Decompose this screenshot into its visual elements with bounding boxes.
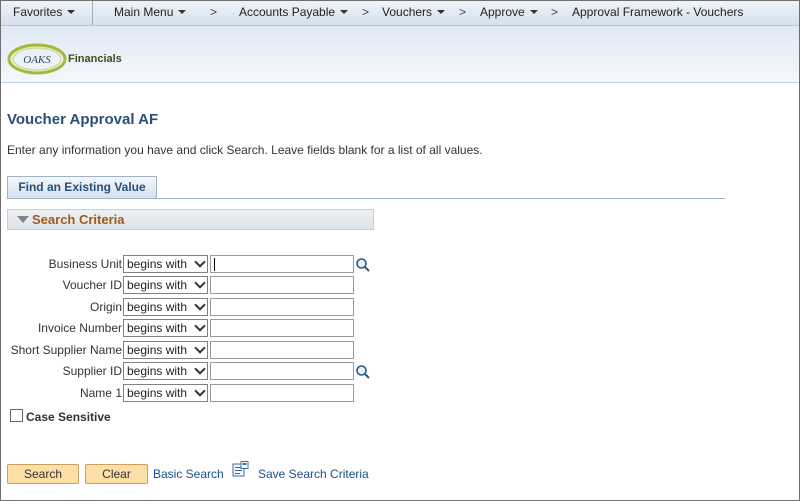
- chevron-down-icon: [194, 385, 206, 397]
- search-criteria-title: Search Criteria: [32, 212, 125, 227]
- magnifier-icon[interactable]: [355, 364, 371, 380]
- logo-text: OAKS: [23, 54, 51, 66]
- search-button[interactable]: Search: [7, 464, 79, 484]
- label-origin: Origin: [89, 300, 122, 314]
- nav-vouchers[interactable]: Vouchers: [382, 1, 446, 25]
- operator-select-origin[interactable]: begins with: [123, 298, 208, 316]
- brand-name: Financials: [68, 53, 122, 65]
- operator-select-short-supplier-name[interactable]: begins with: [123, 341, 208, 359]
- clear-button[interactable]: Clear: [85, 464, 148, 484]
- page-instructions: Enter any information you have and click…: [7, 143, 483, 157]
- nav-separator: >: [362, 5, 370, 19]
- oaks-logo: OAKS: [7, 43, 67, 75]
- nav-approve-label: Approve: [480, 5, 525, 19]
- case-sensitive-label: Case Sensitive: [26, 410, 111, 424]
- chevron-down-icon: [178, 10, 187, 14]
- chevron-down-icon: [194, 299, 206, 311]
- operator-value: begins with: [127, 343, 188, 357]
- nav-separator: >: [210, 5, 218, 19]
- operator-value: begins with: [127, 364, 188, 378]
- nav-current-page[interactable]: Approval Framework - Vouchers: [572, 1, 743, 25]
- chevron-down-icon: [194, 342, 206, 354]
- chevron-down-icon: [67, 10, 76, 14]
- supplier-id-input[interactable]: [210, 362, 354, 380]
- chevron-down-icon: [194, 320, 206, 332]
- text-cursor: [214, 258, 215, 271]
- magnifier-icon[interactable]: [355, 257, 371, 273]
- nav-favorites-label: Favorites: [13, 5, 63, 19]
- nav-divider: [92, 1, 93, 25]
- operator-value: begins with: [127, 321, 188, 335]
- search-criteria-header[interactable]: Search Criteria: [7, 209, 374, 230]
- operator-select-supplier-id[interactable]: begins with: [123, 362, 208, 380]
- business-unit-input[interactable]: [210, 255, 354, 273]
- label-name-1: Name 1: [79, 386, 122, 400]
- chevron-down-icon: [340, 10, 349, 14]
- basic-search-link[interactable]: Basic Search: [153, 467, 224, 481]
- voucher-id-input[interactable]: [210, 276, 354, 294]
- tab-find-existing-value[interactable]: Find an Existing Value: [7, 176, 157, 198]
- label-voucher-id: Voucher ID: [62, 278, 122, 292]
- nav-bar: Favorites Main Menu > Accounts Payable >…: [1, 1, 799, 26]
- operator-value: begins with: [127, 300, 188, 314]
- operator-value: begins with: [127, 278, 188, 292]
- label-supplier-id: Supplier ID: [62, 364, 122, 378]
- invoice-number-input[interactable]: [210, 319, 354, 337]
- operator-value: begins with: [127, 386, 188, 400]
- label-short-supplier-name: Short Supplier Name: [10, 343, 122, 357]
- save-search-criteria-link[interactable]: Save Search Criteria: [258, 467, 369, 481]
- page-title: Voucher Approval AF: [7, 111, 159, 128]
- short-supplier-name-input[interactable]: [210, 341, 354, 359]
- nav-main-menu-label: Main Menu: [114, 5, 174, 19]
- collapse-arrow-icon: [17, 216, 29, 223]
- nav-favorites[interactable]: Favorites: [13, 1, 76, 25]
- nav-approve[interactable]: Approve: [480, 1, 538, 25]
- operator-select-business-unit[interactable]: begins with: [123, 255, 208, 273]
- name-1-input[interactable]: [210, 384, 354, 402]
- chevron-down-icon: [194, 256, 206, 268]
- case-sensitive-checkbox[interactable]: [10, 409, 23, 422]
- nav-accounts-payable-label: Accounts Payable: [239, 5, 336, 19]
- chevron-down-icon: [437, 10, 446, 14]
- chevron-down-icon: [194, 277, 206, 289]
- operator-value: begins with: [127, 257, 188, 271]
- nav-accounts-payable[interactable]: Accounts Payable: [239, 1, 349, 25]
- nav-vouchers-label: Vouchers: [382, 5, 433, 19]
- nav-main-menu[interactable]: Main Menu: [114, 1, 187, 25]
- label-business-unit: Business Unit: [48, 257, 122, 271]
- label-invoice-number: Invoice Number: [37, 321, 122, 335]
- chevron-down-icon: [194, 363, 206, 375]
- chevron-down-icon: [529, 10, 538, 14]
- operator-select-voucher-id[interactable]: begins with: [123, 276, 208, 294]
- nav-separator: >: [551, 5, 559, 19]
- origin-input[interactable]: [210, 298, 354, 316]
- operator-select-name-1[interactable]: begins with: [123, 384, 208, 402]
- tab-divider: [7, 198, 725, 199]
- operator-select-invoice-number[interactable]: begins with: [123, 319, 208, 337]
- save-criteria-icon[interactable]: [232, 461, 249, 478]
- nav-separator: >: [459, 5, 467, 19]
